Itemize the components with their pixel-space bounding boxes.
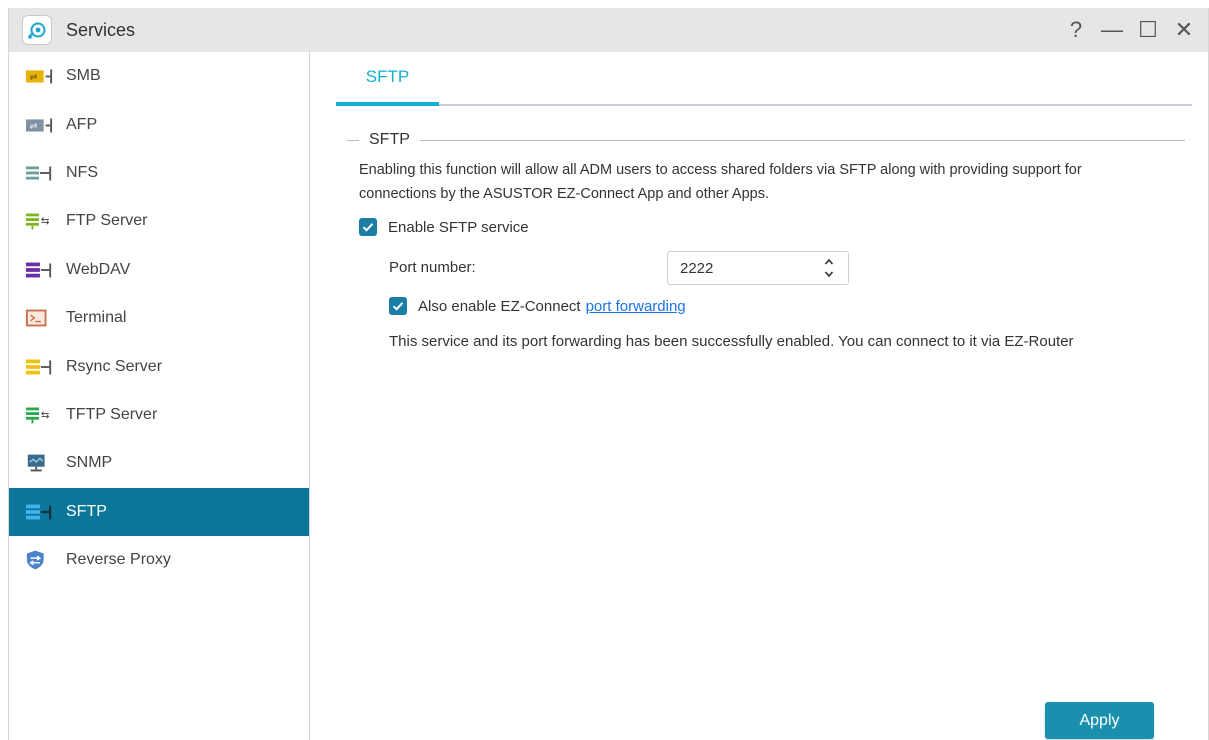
reverse-proxy-icon — [25, 549, 53, 571]
sidebar-item-sftp[interactable]: SFTP — [9, 487, 309, 536]
sidebar-item-label: AFP — [66, 115, 98, 133]
ez-connect-checkbox[interactable] — [389, 297, 407, 315]
sftp-icon — [25, 501, 53, 523]
svg-text:⇆: ⇆ — [41, 215, 50, 227]
sidebar-item-label: FTP Server — [66, 212, 148, 230]
chevron-up-icon — [824, 258, 834, 265]
enable-sftp-label: Enable SFTP service — [388, 218, 529, 236]
help-button[interactable]: ? — [1058, 8, 1094, 52]
section-header: SFTP — [347, 130, 1185, 150]
nfs-icon — [25, 162, 53, 184]
svg-text:⇆: ⇆ — [41, 409, 50, 421]
ez-connect-row: Also enable EZ-Connect port forwarding — [389, 297, 686, 315]
sidebar-item-label: SNMP — [66, 454, 113, 472]
afp-icon: ⇌ — [25, 114, 53, 136]
enable-sftp-checkbox[interactable] — [359, 218, 377, 236]
checkmark-icon — [362, 223, 374, 232]
section-divider — [419, 139, 1185, 141]
sidebar-item-terminal[interactable]: Terminal — [9, 294, 309, 342]
terminal-icon — [25, 307, 53, 329]
port-number-stepper[interactable] — [822, 254, 836, 282]
port-number-label: Port number: — [389, 259, 476, 276]
ftp-server-icon: ⇆ — [25, 210, 53, 232]
tab-bar: SFTP — [336, 52, 1192, 106]
smb-icon: ⇌ — [25, 65, 53, 87]
sidebar-item-rsync-server[interactable]: Rsync Server — [9, 342, 309, 390]
sidebar-item-smb[interactable]: ⇌ SMB — [9, 52, 309, 100]
close-button[interactable]: ✕ — [1166, 8, 1202, 52]
sidebar-item-afp[interactable]: ⇌ AFP — [9, 100, 309, 148]
svg-text:⇌: ⇌ — [30, 72, 38, 83]
sidebar-item-reverse-proxy[interactable]: Reverse Proxy — [9, 536, 309, 584]
chevron-down-icon — [824, 271, 834, 278]
enable-sftp-row: Enable SFTP service — [359, 218, 529, 236]
minimize-button[interactable]: — — [1094, 8, 1130, 52]
sidebar-item-label: WebDAV — [66, 260, 131, 278]
sidebar-item-label: TFTP Server — [66, 405, 158, 423]
tftp-server-icon: ⇆ — [25, 404, 53, 426]
sidebar-item-webdav[interactable]: WebDAV — [9, 246, 309, 294]
services-window: Services ? — ☐ ✕ ⇌ SMB ⇌ AFP NFS ⇆ FTP S… — [8, 8, 1209, 740]
sidebar-item-ftp-server[interactable]: ⇆ FTP Server — [9, 197, 309, 245]
sidebar-item-snmp[interactable]: SNMP — [9, 439, 309, 487]
port-number-value: 2222 — [680, 259, 714, 277]
rsync-server-icon — [25, 356, 53, 378]
status-message: This service and its port forwarding has… — [389, 333, 1074, 350]
sidebar-item-nfs[interactable]: NFS — [9, 149, 309, 197]
checkmark-icon — [392, 302, 404, 311]
sftp-description: Enabling this function will allow all AD… — [359, 162, 1082, 202]
sidebar-item-label: Rsync Server — [66, 357, 163, 375]
title-bar: Services ? — ☐ ✕ — [9, 8, 1208, 52]
tab-sftp[interactable]: SFTP — [336, 52, 439, 106]
section-divider — [347, 139, 359, 141]
ez-connect-label: Also enable EZ-Connect — [418, 297, 581, 315]
sidebar-item-tftp-server[interactable]: ⇆ TFTP Server — [9, 391, 309, 439]
webdav-icon — [25, 259, 53, 281]
apply-button[interactable]: Apply — [1045, 702, 1154, 739]
section-title: SFTP — [369, 131, 410, 148]
sidebar-item-label: Reverse Proxy — [66, 551, 171, 569]
services-sidebar: ⇌ SMB ⇌ AFP NFS ⇆ FTP Server WebDAV Term… — [9, 52, 310, 740]
sidebar-item-label: Terminal — [66, 309, 127, 327]
sidebar-item-label: NFS — [66, 163, 98, 181]
maximize-button[interactable]: ☐ — [1130, 8, 1166, 52]
window-controls: ? — ☐ ✕ — [1058, 8, 1202, 52]
port-forwarding-link[interactable]: port forwarding — [586, 298, 686, 315]
window-title: Services — [66, 19, 136, 40]
main-panel: SFTP SFTP Enabling this function will al… — [311, 52, 1208, 740]
sidebar-item-label: SMB — [66, 67, 101, 85]
snmp-icon — [25, 452, 53, 474]
sidebar-item-label: SFTP — [66, 502, 107, 520]
svg-text:⇌: ⇌ — [30, 121, 38, 132]
services-app-icon — [22, 15, 52, 45]
port-number-input[interactable]: 2222 — [667, 251, 849, 285]
